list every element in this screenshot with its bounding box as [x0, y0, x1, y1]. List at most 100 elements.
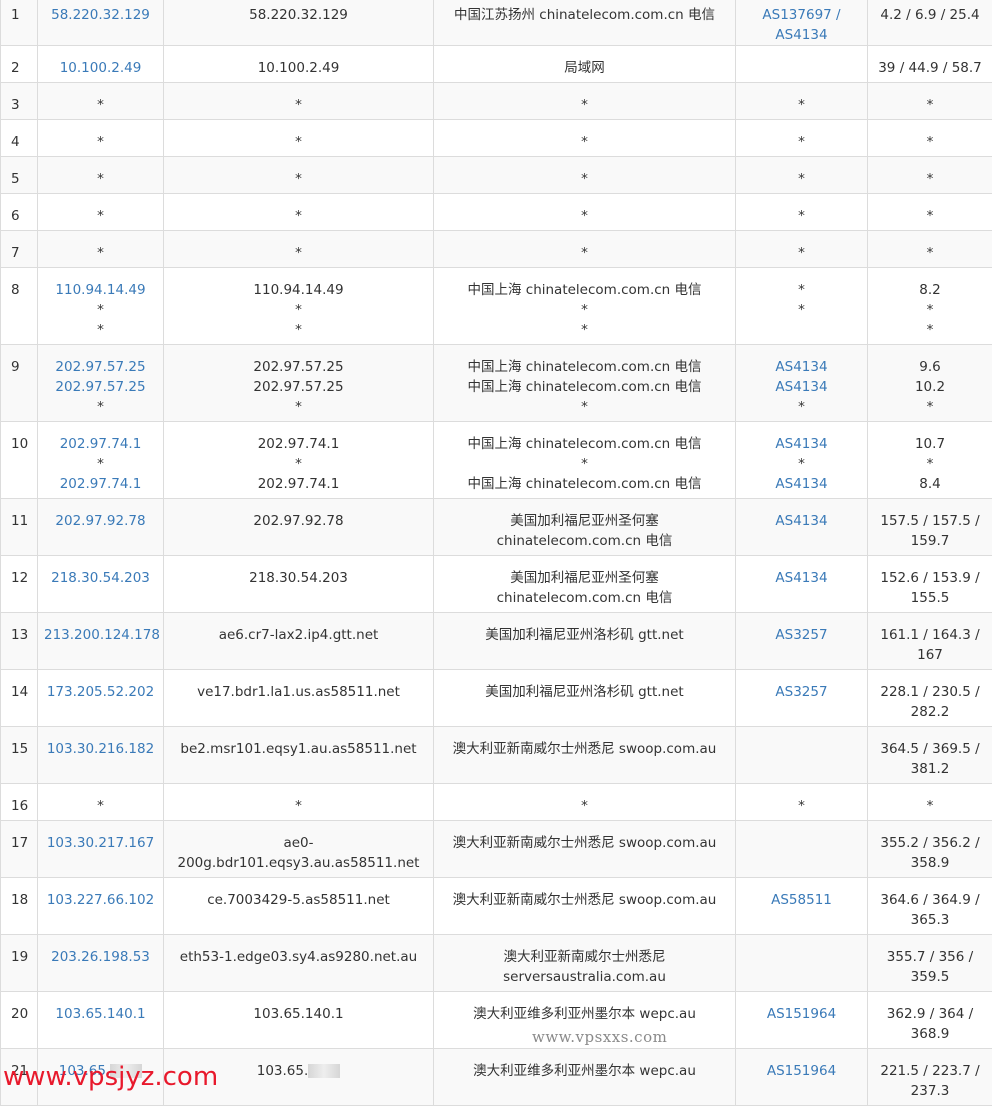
location-text: * — [440, 169, 729, 189]
ip-text[interactable]: 213.200.124.178 — [44, 625, 157, 645]
latency-text: 152.6 / 153.9 / 155.5 — [874, 568, 986, 608]
asn-text[interactable]: AS4134 — [742, 377, 861, 397]
ip-text[interactable]: 202.97.57.25 — [44, 357, 157, 377]
hostname-cell: eth53-1.edge03.sy4.as9280.net.au — [164, 935, 434, 992]
location-text: 美国加利福尼亚州洛杉矶 gtt.net — [440, 625, 729, 645]
hostname-text: ce.7003429-5.as58511.net — [170, 890, 427, 910]
table-row: 4***** — [1, 120, 992, 157]
asn-text[interactable]: AS4134 — [742, 434, 861, 454]
asn-cell — [736, 727, 868, 784]
latency-cell: 355.2 / 356.2 / 358.9 — [868, 821, 992, 878]
latency-text: * — [874, 454, 986, 474]
ip-text[interactable]: 173.205.52.202 — [44, 682, 157, 702]
hostname-text: * — [170, 206, 427, 226]
hop-number: 20 — [11, 1006, 28, 1022]
asn-text[interactable]: AS151964 — [742, 1004, 861, 1024]
hostname-cell: 218.30.54.203 — [164, 556, 434, 613]
hostname-text: 10.100.2.49 — [170, 58, 427, 78]
location-cell: 美国加利福尼亚州圣何塞 chinatelecom.com.cn 电信 — [434, 556, 736, 613]
hostname-text: 58.220.32.129 — [170, 5, 427, 25]
asn-text: * — [742, 206, 861, 226]
latency-text: * — [874, 243, 986, 263]
asn-cell: AS3257 — [736, 670, 868, 727]
hostname-text: * — [170, 300, 427, 320]
asn-cell: ** — [736, 268, 868, 345]
table-row: 17103.30.217.167ae0-200g.bdr101.eqsy3.au… — [1, 821, 992, 878]
asn-cell: AS3257 — [736, 613, 868, 670]
asn-cell: AS137697 / AS4134 — [736, 0, 868, 46]
location-text: 中国江苏扬州 chinatelecom.com.cn 电信 — [440, 5, 729, 25]
asn-text[interactable]: AS151964 — [742, 1061, 861, 1081]
asn-cell: AS58511 — [736, 878, 868, 935]
ip-text[interactable]: 103.30.217.167 — [44, 833, 157, 853]
hostname-cell: * — [164, 231, 434, 268]
asn-text: * — [742, 454, 861, 474]
asn-text[interactable]: AS137697 / AS4134 — [742, 5, 861, 45]
asn-text[interactable]: AS4134 — [742, 511, 861, 531]
asn-text: * — [742, 95, 861, 115]
asn-cell: AS4134 — [736, 556, 868, 613]
table-row: 8110.94.14.49**110.94.14.49**中国上海 chinat… — [1, 268, 992, 345]
ip-cell: 110.94.14.49** — [38, 268, 164, 345]
ip-cell: 202.97.92.78 — [38, 499, 164, 556]
location-text: 澳大利亚维多利亚州墨尔本 wepc.au — [440, 1061, 729, 1081]
asn-text[interactable]: AS4134 — [742, 568, 861, 588]
redacted-block — [308, 1064, 340, 1078]
ip-text: * — [44, 95, 157, 115]
latency-cell: 8.2** — [868, 268, 992, 345]
table-row: 7***** — [1, 231, 992, 268]
ip-text[interactable]: 203.26.198.53 — [44, 947, 157, 967]
ip-text[interactable]: 103.30.216.182 — [44, 739, 157, 759]
location-text: 中国上海 chinatelecom.com.cn 电信 — [440, 377, 729, 397]
latency-text: 228.1 / 230.5 / 282.2 — [874, 682, 986, 722]
location-cell: * — [434, 784, 736, 821]
ip-text: * — [44, 320, 157, 340]
asn-cell: AS151964 — [736, 992, 868, 1049]
asn-text: * — [742, 243, 861, 263]
ip-cell: * — [38, 231, 164, 268]
hostname-cell: * — [164, 157, 434, 194]
latency-text: 161.1 / 164.3 / 167 — [874, 625, 986, 665]
hostname-cell: 202.97.74.1*202.97.74.1 — [164, 422, 434, 499]
hostname-cell: * — [164, 83, 434, 120]
hostname-text: ve17.bdr1.la1.us.as58511.net — [170, 682, 427, 702]
hop-cell: 13 — [1, 613, 38, 670]
ip-text[interactable]: 10.100.2.49 — [44, 58, 157, 78]
hop-cell: 19 — [1, 935, 38, 992]
hostname-cell: 103.65.140.1 — [164, 992, 434, 1049]
ip-text: * — [44, 454, 157, 474]
hop-cell: 20 — [1, 992, 38, 1049]
asn-cell — [736, 935, 868, 992]
ip-cell: * — [38, 120, 164, 157]
asn-text[interactable]: AS4134 — [742, 474, 861, 494]
table-row: 3***** — [1, 83, 992, 120]
ip-text[interactable]: 202.97.57.25 — [44, 377, 157, 397]
hostname-text: eth53-1.edge03.sy4.as9280.net.au — [170, 947, 427, 967]
location-text: * — [440, 206, 729, 226]
latency-text: 10.7 — [874, 434, 986, 454]
hop-number: 18 — [11, 892, 28, 908]
asn-text[interactable]: AS4134 — [742, 357, 861, 377]
ip-text: * — [44, 300, 157, 320]
asn-text[interactable]: AS58511 — [742, 890, 861, 910]
ip-text[interactable]: 58.220.32.129 — [44, 5, 157, 25]
asn-text[interactable]: AS3257 — [742, 682, 861, 702]
table-row: 11202.97.92.78202.97.92.78美国加利福尼亚州圣何塞 ch… — [1, 499, 992, 556]
ip-cell: 103.30.217.167 — [38, 821, 164, 878]
ip-text[interactable]: 110.94.14.49 — [44, 280, 157, 300]
ip-text[interactable]: 202.97.92.78 — [44, 511, 157, 531]
ip-text[interactable]: 202.97.74.1 — [44, 474, 157, 494]
ip-text[interactable]: 103.65.140.1 — [44, 1004, 157, 1024]
latency-text: 362.9 / 364 / 368.9 — [874, 1004, 986, 1044]
ip-text[interactable]: 103.227.66.102 — [44, 890, 157, 910]
ip-text[interactable]: 202.97.74.1 — [44, 434, 157, 454]
ip-cell: 203.26.198.53 — [38, 935, 164, 992]
ip-cell: 202.97.74.1*202.97.74.1 — [38, 422, 164, 499]
hostname-text: 103.65.140.1 — [170, 1004, 427, 1024]
hostname-text: 218.30.54.203 — [170, 568, 427, 588]
location-cell: 中国上海 chinatelecom.com.cn 电信** — [434, 268, 736, 345]
asn-text[interactable]: AS3257 — [742, 625, 861, 645]
location-cell: 美国加利福尼亚州洛杉矶 gtt.net — [434, 613, 736, 670]
ip-text[interactable]: 218.30.54.203 — [44, 568, 157, 588]
ip-cell: 218.30.54.203 — [38, 556, 164, 613]
